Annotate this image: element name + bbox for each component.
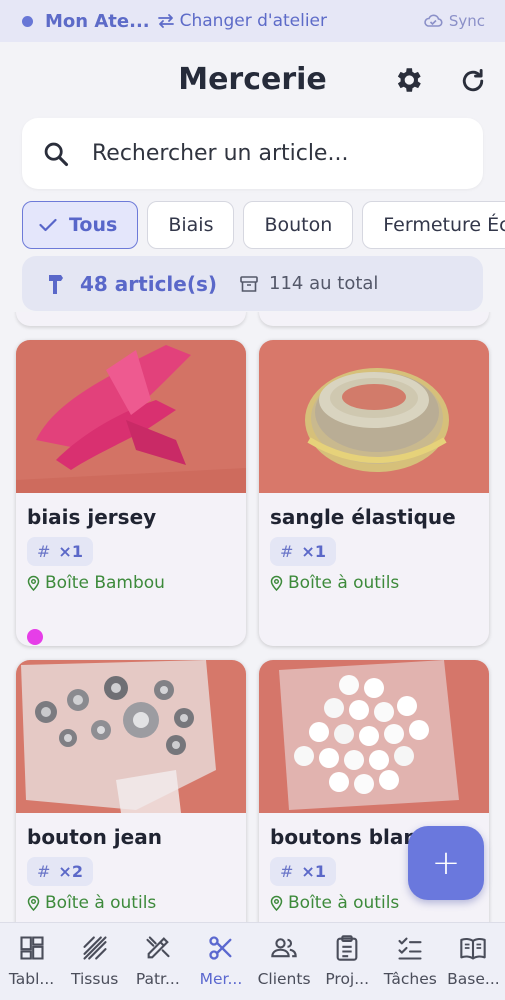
nav-label: Tâches: [383, 970, 437, 988]
nav-item-fabrics[interactable]: Tissus: [63, 923, 126, 1000]
filter-chip-label: Biais: [168, 214, 214, 236]
item-location-label: Boîte à outils: [288, 573, 400, 593]
nav-label: Proj...: [325, 970, 370, 988]
nav-label: Patr...: [135, 970, 180, 988]
bottom-navigation: Tabl... Tissus Patr... Mer... Clients Pr…: [0, 922, 505, 1000]
item-name: bouton jean: [27, 825, 162, 849]
card-previous-left: [16, 312, 246, 326]
page-header: Mercerie: [0, 42, 505, 118]
nav-item-knowledge-base[interactable]: Base...: [442, 923, 505, 1000]
filter-chips: Tous Biais Bouton Fermeture Éclair: [22, 201, 505, 249]
sync-label: Sync: [448, 12, 485, 30]
items-summary: 48 article(s) 114 au total: [22, 256, 483, 311]
location-pin-icon: [270, 895, 283, 911]
item-quantity: ×2: [58, 862, 83, 881]
item-quantity-badge: # ×1: [270, 537, 336, 566]
switch-workshop-button[interactable]: Changer d'atelier: [156, 11, 327, 31]
check-icon: [39, 218, 57, 232]
filter-chip-label: Bouton: [264, 214, 333, 236]
switch-workshop-label: Changer d'atelier: [179, 11, 328, 31]
clipboard-icon: [336, 935, 358, 961]
nav-label: Clients: [257, 970, 311, 988]
search-bar[interactable]: [22, 118, 483, 189]
nav-item-dashboard[interactable]: Tabl...: [0, 923, 63, 1000]
nav-item-tasks[interactable]: Tâches: [379, 923, 442, 1000]
item-location: Boîte Bambou: [27, 573, 165, 593]
nav-label: Mer...: [199, 970, 243, 988]
item-location-label: Boîte à outils: [288, 893, 400, 913]
workshop-status-dot: [22, 15, 33, 27]
sync-button[interactable]: Sync: [423, 12, 485, 30]
filter-chip-bouton[interactable]: Bouton: [243, 201, 354, 249]
filter-chip-fermeture[interactable]: Fermeture Éclair: [362, 201, 505, 249]
people-icon: [271, 938, 297, 958]
item-quantity: ×1: [301, 542, 326, 561]
search-input[interactable]: [92, 141, 452, 166]
nav-item-projects[interactable]: Proj...: [316, 923, 379, 1000]
item-quantity-badge: # ×1: [27, 537, 93, 566]
swap-icon: [157, 14, 174, 28]
page-title: Mercerie: [178, 62, 327, 97]
archive-icon: [240, 275, 258, 292]
checklist-icon: [398, 937, 422, 960]
filter-chip-label: Fermeture Éclair: [383, 214, 505, 236]
workshop-bar: Mon Ate... Changer d'atelier Sync: [0, 0, 505, 42]
location-pin-icon: [270, 575, 283, 591]
fabric-icon: [83, 936, 107, 960]
cloud-sync-icon: [424, 14, 443, 27]
filter-chip-biais[interactable]: Biais: [147, 201, 235, 249]
item-count: 48 article(s): [80, 271, 218, 296]
filter-chip-all[interactable]: Tous: [22, 201, 139, 249]
item-quantity: ×1: [58, 542, 83, 561]
color-tag-dot: [27, 629, 43, 645]
item-quantity-badge: # ×1: [270, 857, 336, 886]
location-pin-icon: [27, 575, 40, 591]
item-photo: [259, 340, 489, 493]
scissors-icon: [209, 936, 232, 960]
item-location-label: Boîte à outils: [45, 893, 157, 913]
item-quantity-badge: # ×2: [27, 857, 93, 886]
item-name: biais jersey: [27, 505, 157, 529]
item-card[interactable]: biais jersey # ×1 Boîte Bambou: [16, 340, 246, 646]
location-pin-icon: [27, 895, 40, 911]
book-icon: [460, 938, 487, 960]
nav-label: Base...: [447, 970, 500, 988]
item-location: Boîte à outils: [270, 573, 399, 593]
search-icon: [44, 142, 69, 166]
gear-icon[interactable]: [392, 64, 424, 96]
item-card[interactable]: bouton jean # ×2 Boîte à outils: [16, 660, 246, 922]
nav-label: Tissus: [71, 970, 119, 988]
refresh-icon[interactable]: [458, 66, 488, 96]
item-quantity: ×1: [301, 862, 326, 881]
item-name: sangle élastique: [270, 505, 456, 529]
item-photo: [259, 660, 489, 813]
card-previous-right: [259, 312, 489, 326]
hash-icon: #: [37, 542, 51, 561]
filter-chip-label: Tous: [69, 214, 118, 236]
plus-icon: +: [431, 843, 461, 883]
nav-item-clients[interactable]: Clients: [253, 923, 316, 1000]
hash-icon: #: [280, 862, 294, 881]
add-item-button[interactable]: +: [408, 826, 484, 900]
dashboard-icon: [20, 936, 44, 960]
pattern-icon: [146, 936, 170, 959]
hash-icon: #: [280, 542, 294, 561]
hash-icon: #: [37, 862, 51, 881]
hammer-icon: [49, 274, 63, 294]
nav-label: Tabl...: [8, 970, 55, 988]
workshop-name[interactable]: Mon Ate...: [45, 11, 150, 32]
item-location: Boîte à outils: [270, 893, 399, 913]
nav-item-notions[interactable]: Mer...: [189, 923, 252, 1000]
item-card[interactable]: sangle élastique # ×1 Boîte à outils: [259, 340, 489, 646]
item-photo: [16, 660, 246, 813]
item-location: Boîte à outils: [27, 893, 156, 913]
item-total: 114 au total: [269, 273, 379, 294]
nav-item-patterns[interactable]: Patr...: [126, 923, 189, 1000]
item-photo: [16, 340, 246, 493]
item-location-label: Boîte Bambou: [45, 573, 165, 593]
